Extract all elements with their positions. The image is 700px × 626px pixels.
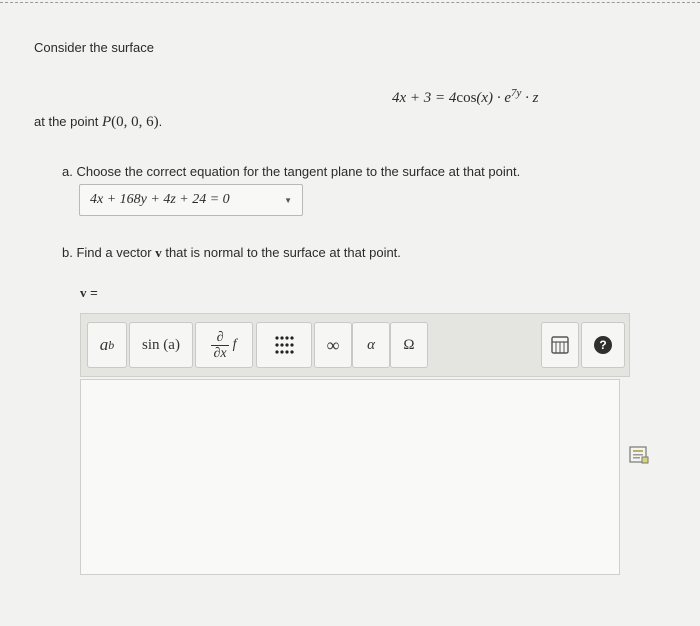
point-coords: (0, 0, 6) xyxy=(111,114,159,130)
intro-text: Consider the surface xyxy=(34,40,154,55)
keyboard-icon xyxy=(551,336,569,354)
eq-exponent: 7y xyxy=(510,87,522,99)
tangent-plane-select[interactable]: 4x + 168y + 4z + 24 = 0 ▼ xyxy=(79,184,303,216)
part-a-question: a. Choose the correct equation for the t… xyxy=(62,164,521,179)
matrix-icon xyxy=(275,336,294,354)
point-line: at the point P(0, 0, 6). xyxy=(34,114,162,131)
point-label: P xyxy=(101,114,112,130)
point-prefix: at the point xyxy=(34,114,102,129)
answer-editor[interactable] xyxy=(80,379,620,575)
eq-tail: · z xyxy=(521,90,539,106)
alpha-button[interactable]: α xyxy=(352,322,390,368)
eq-cos: cos xyxy=(456,90,477,106)
matrix-button[interactable] xyxy=(256,322,312,368)
infinity-button[interactable]: ∞ xyxy=(314,322,352,368)
power-base: a xyxy=(99,335,109,354)
surface-equation: 4x + 3 = 4cos(x) · e7y · z xyxy=(392,87,538,107)
partial-f: f xyxy=(232,337,237,352)
eq-arg: (x) xyxy=(476,90,494,106)
omega-button[interactable]: Ω xyxy=(390,322,428,368)
sin-label: sin (a) xyxy=(142,336,180,353)
power-button[interactable]: ab xyxy=(87,322,127,368)
eq-dot: · e xyxy=(493,90,511,106)
help-button[interactable]: ? xyxy=(581,322,625,368)
point-suffix: . xyxy=(158,114,163,129)
alpha-icon: α xyxy=(367,336,375,353)
partial-derivative-button[interactable]: ∂ ∂x f xyxy=(195,322,253,368)
answer-eq: = xyxy=(86,285,98,300)
part-b-prefix: b. Find a vector xyxy=(62,245,156,260)
partial-den: ∂x xyxy=(211,344,229,361)
keyboard-button[interactable] xyxy=(541,322,579,368)
part-b-question: b. Find a vector v that is normal to the… xyxy=(62,245,401,261)
partial-num: ∂ xyxy=(216,329,224,345)
document-icon[interactable] xyxy=(628,445,650,465)
power-exp: b xyxy=(108,337,115,352)
tangent-plane-selected: 4x + 168y + 4z + 24 = 0 xyxy=(90,192,230,207)
top-divider xyxy=(0,2,700,3)
answer-label: v = xyxy=(80,285,98,301)
math-toolbar: ab sin (a) ∂ ∂x f ∞ α Ω ? xyxy=(80,313,630,377)
sin-button[interactable]: sin (a) xyxy=(129,322,193,368)
part-b-suffix: that is normal to the surface at that po… xyxy=(161,245,401,260)
eq-lhs: 4x + 3 = 4 xyxy=(392,90,457,106)
infinity-icon: ∞ xyxy=(326,334,340,355)
chevron-down-icon[interactable]: ▼ xyxy=(284,196,292,205)
help-icon: ? xyxy=(594,336,612,354)
partial-fraction: ∂ ∂x xyxy=(211,329,229,361)
omega-icon: Ω xyxy=(403,336,415,353)
